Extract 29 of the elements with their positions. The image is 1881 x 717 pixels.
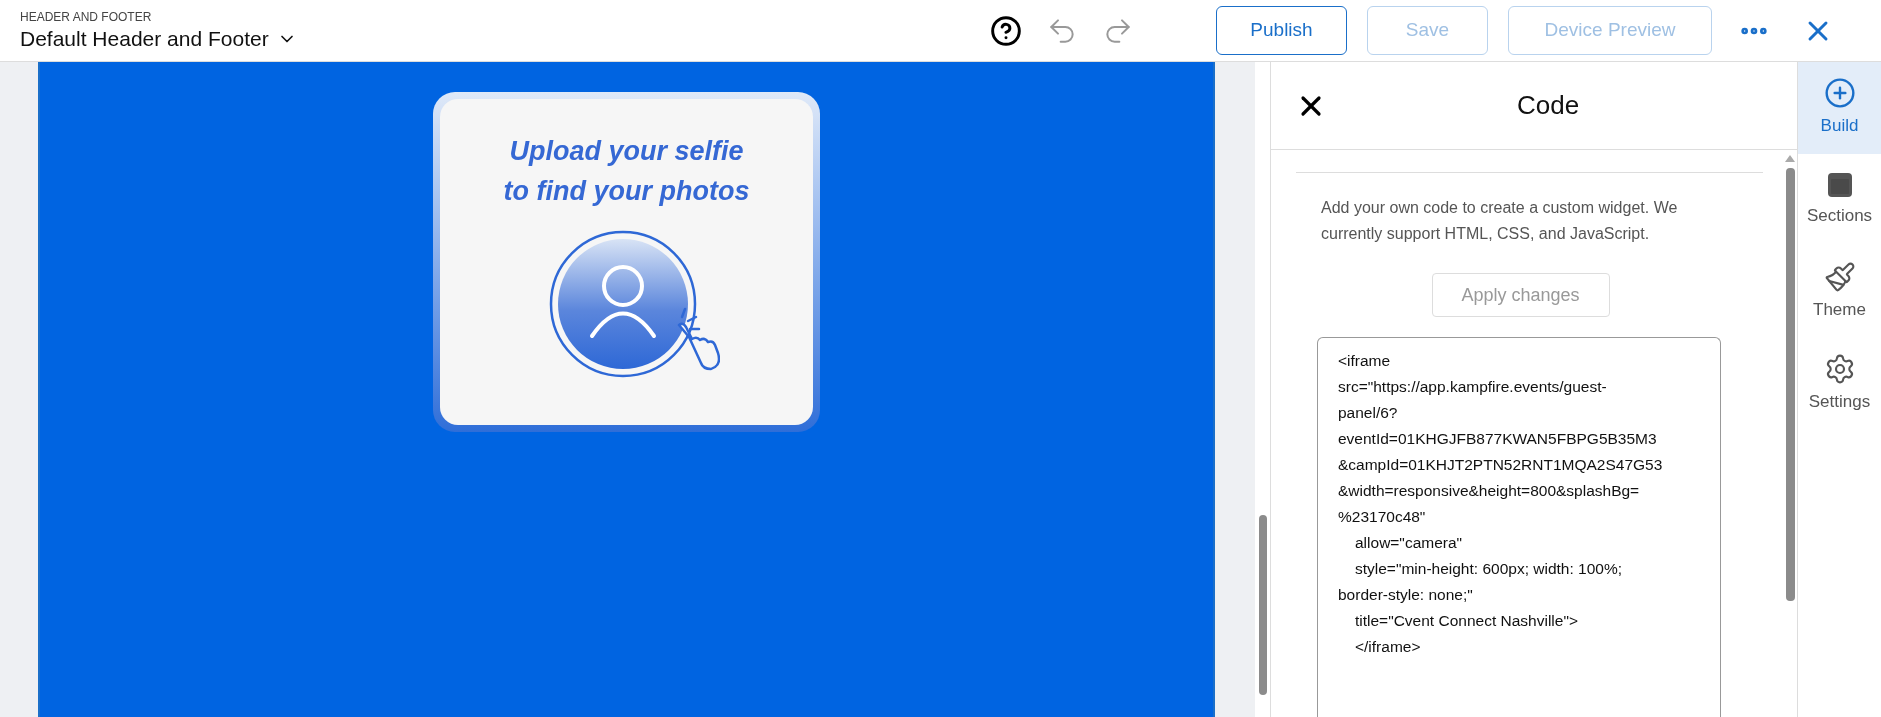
section-icon <box>1825 171 1854 200</box>
upload-heading: to find your photos <box>503 175 750 208</box>
help-icon[interactable] <box>990 14 1022 47</box>
code-line: border-style: none;" <box>1338 585 1474 605</box>
scrollbar-thumb[interactable] <box>1258 515 1267 695</box>
code-line: eventId=01KHGJFB877KWAN5FBPG5B35M3 <box>1338 429 1658 449</box>
page-title-dropdown[interactable]: Default Header and Footer <box>20 24 1000 53</box>
header-eyebrow: HEADER AND FOOTER <box>20 8 153 25</box>
code-line: &campId=01KHJT2PTN52RNT1MQA2S47G53 <box>1338 455 1664 475</box>
code-line: &width=responsive&height=800&splashBg= <box>1338 481 1641 501</box>
code-line: style="min-height: 600px; width: 100%; <box>1354 559 1623 579</box>
code-editor[interactable] <box>1317 337 1721 717</box>
code-line: panel/6? <box>1338 403 1399 423</box>
code-line: <iframe <box>1338 351 1392 371</box>
code-line: src="https://app.kampfire.events/guest- <box>1338 377 1608 397</box>
panel-title: Code <box>1517 89 1580 122</box>
code-line: title="Cvent Connect Nashville"> <box>1354 611 1579 631</box>
upload-card[interactable]: Upload your selfie to find your photos <box>433 92 820 432</box>
upload-heading: Upload your selfie <box>509 135 744 168</box>
scrollbar-thumb[interactable] <box>1785 168 1795 601</box>
rail-tab[interactable]: Build <box>1798 62 1881 154</box>
header-button[interactable]: Publish <box>1216 6 1347 55</box>
code-line: %23170c48" <box>1338 507 1427 527</box>
plus-circle-icon <box>1823 77 1856 110</box>
paintbrush-icon <box>1823 261 1856 294</box>
code-line: allow="camera" <box>1354 533 1464 553</box>
scroll-up-icon[interactable] <box>1785 155 1795 162</box>
code-line: </iframe> <box>1354 637 1422 657</box>
panel-description: Add your own code to create a custom widget. We currently support HTML, CSS, and JavaScript. <box>1321 198 1679 244</box>
